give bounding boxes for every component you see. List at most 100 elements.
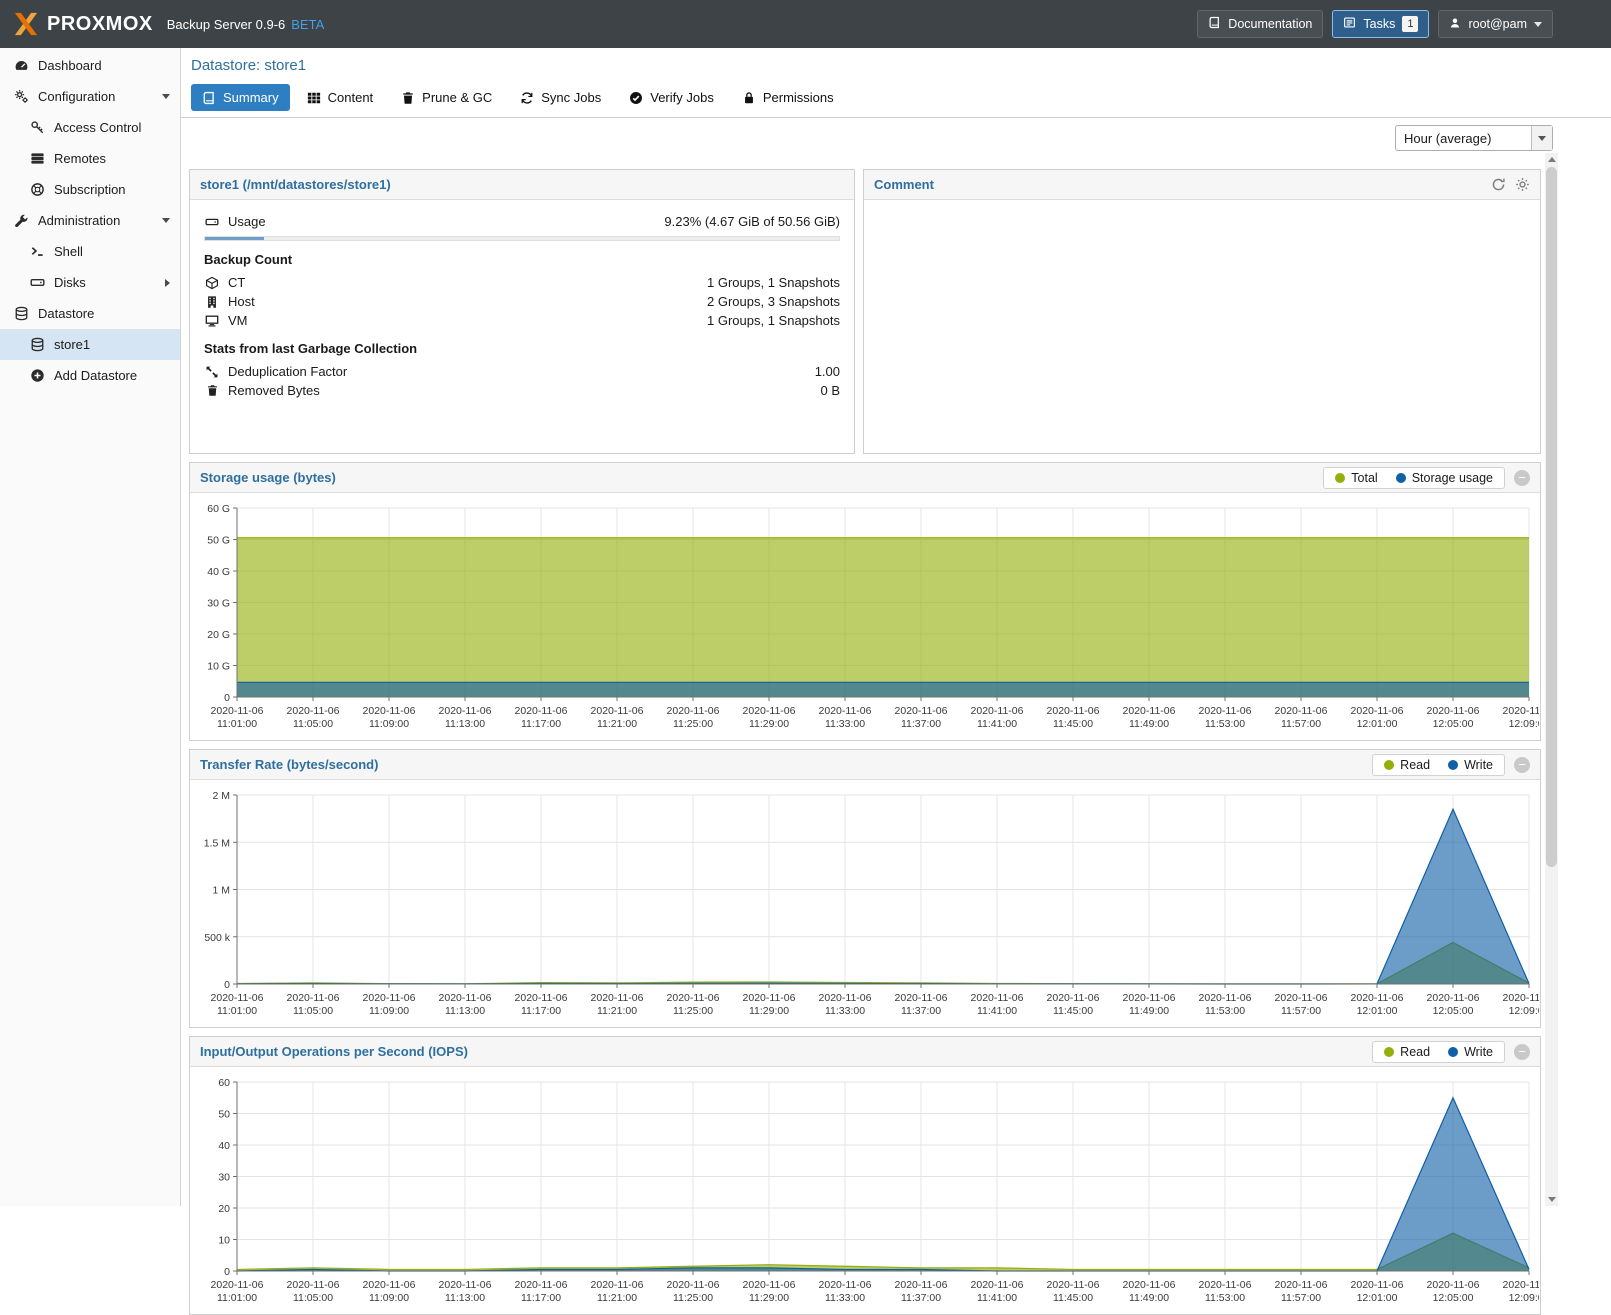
panel-title: store1 (/mnt/datastores/store1) [200,177,391,192]
svg-text:2020-11-06: 2020-11-06 [363,1279,416,1291]
svg-text:2020-11-06: 2020-11-06 [439,705,492,717]
usage-label: Usage [228,214,266,229]
documentation-button[interactable]: Documentation [1197,10,1323,38]
svg-text:2020-11-06: 2020-11-06 [439,992,492,1004]
svg-text:11:09:00: 11:09:00 [369,718,409,730]
tab-label: Permissions [763,90,834,105]
scroll-up-button[interactable] [1545,153,1558,166]
usage-value: 9.23% (4.67 GiB of 50.56 GiB) [664,214,840,229]
svg-text:2020-11-06: 2020-11-06 [1275,992,1328,1004]
svg-text:11:33:00: 11:33:00 [825,1292,865,1304]
tasks-button[interactable]: Tasks 1 [1332,10,1429,38]
sidebar-item-shell[interactable]: Shell [0,236,180,267]
collapse-icon[interactable]: − [1514,1044,1530,1060]
tab-content[interactable]: Content [296,84,385,111]
svg-text:11:53:00: 11:53:00 [1205,718,1245,730]
chart-legend: Read Write [1372,1041,1505,1063]
svg-text:2020-11-06: 2020-11-06 [1047,992,1100,1004]
svg-text:2020-11-06: 2020-11-06 [363,992,416,1004]
svg-text:500 k: 500 k [204,932,230,944]
svg-text:2020-11-06: 2020-11-06 [667,1279,720,1291]
tab-label: Summary [223,90,279,105]
tab-sync-jobs[interactable]: Sync Jobs [509,84,612,111]
legend-item-write[interactable]: Write [1448,758,1493,772]
tab-permissions[interactable]: Permissions [731,84,845,111]
svg-text:60 G: 60 G [207,503,230,515]
sidebar-item-configuration[interactable]: Configuration [0,81,180,112]
legend-item-total[interactable]: Total [1335,471,1377,485]
user-menu-button[interactable]: root@pam [1438,10,1553,38]
svg-text:11:05:00: 11:05:00 [293,1292,333,1304]
sidebar-item-subscription[interactable]: Subscription [0,174,180,205]
dedup-label: Deduplication Factor [228,364,347,379]
reload-icon[interactable] [1491,177,1506,192]
sidebar-item-label: Administration [38,213,120,228]
sidebar-item-remotes[interactable]: Remotes [0,143,180,174]
beta-link[interactable]: BETA [291,17,324,32]
svg-text:11:45:00: 11:45:00 [1053,718,1093,730]
tasks-label: Tasks [1363,17,1395,31]
svg-text:11:21:00: 11:21:00 [597,1292,637,1304]
svg-text:2020-11-06: 2020-11-06 [591,1279,644,1291]
chart-legend: Total Storage usage [1323,467,1505,489]
svg-text:12:05:00: 12:05:00 [1433,718,1474,730]
legend-item-storage-usage[interactable]: Storage usage [1396,471,1493,485]
sidebar-item-disks[interactable]: Disks [0,267,180,298]
comment-body[interactable] [864,200,1540,453]
svg-text:2020-11-06: 2020-11-06 [819,1279,872,1291]
vm-value: 1 Groups, 1 Snapshots [707,313,840,328]
svg-text:1 M: 1 M [212,885,230,897]
sidebar-item-datastore[interactable]: Datastore [0,298,180,329]
svg-text:2020-11-06: 2020-11-06 [1047,705,1100,717]
sidebar-item-add-datastore[interactable]: Add Datastore [0,360,180,391]
brand-name: PROXMOX [47,13,153,36]
gear-icon[interactable] [1515,177,1530,192]
svg-text:10 G: 10 G [207,661,230,673]
legend-item-read[interactable]: Read [1384,1045,1430,1059]
legend-item-read[interactable]: Read [1384,758,1430,772]
svg-text:2020-11-06: 2020-11-06 [895,992,948,1004]
sidebar-item-administration[interactable]: Administration [0,205,180,236]
svg-text:2020-11-06: 2020-11-06 [1199,992,1252,1004]
svg-text:2020-11-06: 2020-11-06 [1123,705,1176,717]
svg-text:0: 0 [224,979,230,991]
trash-icon [401,91,415,105]
chart-legend: Read Write [1372,754,1505,776]
svg-text:11:25:00: 11:25:00 [673,1005,713,1017]
scroll-down-button[interactable] [1545,1193,1558,1206]
sidebar-item-access-control[interactable]: Access Control [0,112,180,143]
svg-text:2020-11-06: 2020-11-06 [819,705,872,717]
host-value: 2 Groups, 3 Snapshots [707,294,840,309]
iops-chart: 01020304050602020-11-0611:01:002020-11-0… [191,1068,1539,1313]
tab-summary[interactable]: Summary [191,84,290,111]
collapse-icon[interactable]: − [1514,470,1530,486]
svg-text:2020-11-06: 2020-11-06 [1503,992,1539,1004]
svg-text:11:45:00: 11:45:00 [1053,1005,1093,1017]
tab-verify-jobs[interactable]: Verify Jobs [618,84,725,111]
svg-text:2020-11-06: 2020-11-06 [1351,705,1404,717]
scroll-thumb[interactable] [1546,167,1557,867]
svg-text:2020-11-06: 2020-11-06 [667,705,720,717]
svg-text:2020-11-06: 2020-11-06 [743,1279,796,1291]
svg-text:11:13:00: 11:13:00 [445,1292,485,1304]
svg-text:2020-11-06: 2020-11-06 [1047,1279,1100,1291]
legend-dot [1335,473,1345,483]
svg-text:2020-11-06: 2020-11-06 [1427,705,1480,717]
usage-progress-fill [205,237,264,240]
svg-text:2020-11-06: 2020-11-06 [515,705,568,717]
tab-prune-gc[interactable]: Prune & GC [390,84,503,111]
svg-text:0: 0 [224,1266,230,1278]
collapse-icon[interactable]: − [1514,757,1530,773]
sync-icon [520,91,534,105]
svg-text:2020-11-06: 2020-11-06 [515,1279,568,1291]
sidebar-item-dashboard[interactable]: Dashboard [0,50,180,81]
sidebar-item-store1[interactable]: store1 [0,329,180,360]
svg-text:11:29:00: 11:29:00 [749,1005,789,1017]
legend-item-write[interactable]: Write [1448,1045,1493,1059]
svg-text:2020-11-06: 2020-11-06 [591,992,644,1004]
cube-icon [204,276,220,290]
monitor-icon [204,314,220,328]
svg-text:2020-11-06: 2020-11-06 [591,705,644,717]
timeframe-select[interactable]: Hour (average) [1395,125,1553,151]
vertical-scrollbar[interactable] [1545,153,1558,1206]
